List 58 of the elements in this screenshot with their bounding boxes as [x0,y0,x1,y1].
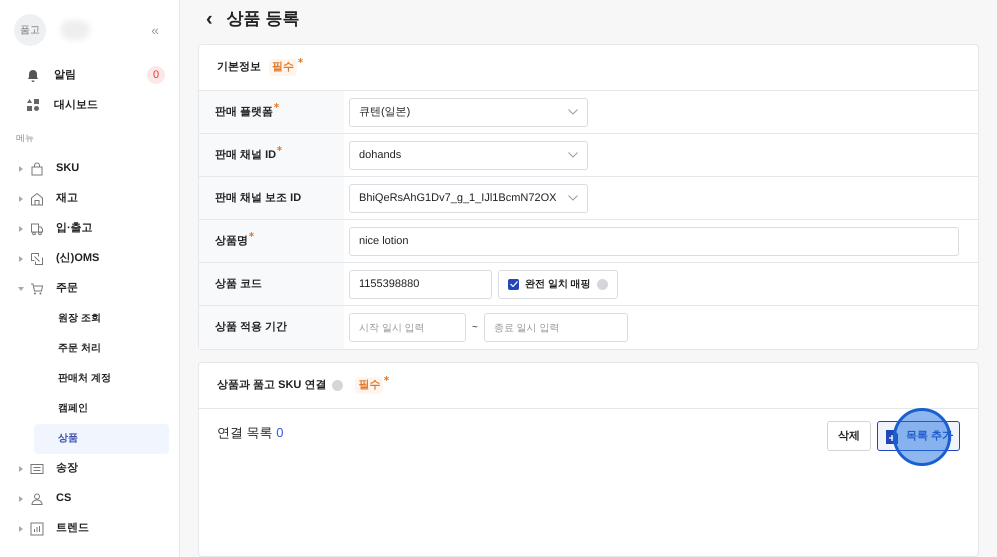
document-plus-icon [886,430,898,444]
shapes-icon [26,98,40,112]
menu-item[interactable]: 송장 [0,454,179,484]
cart-icon [30,282,44,296]
page-title: 상품 등록 [226,8,300,30]
avatar: 품고 [14,14,46,46]
submenu-item[interactable]: 캠페인 [34,394,169,424]
bar-chart-icon [30,522,44,536]
checkbox-option[interactable]: 완전 일치 매핑 [498,270,618,298]
select-field[interactable]: dohands [349,140,588,170]
select-field[interactable]: 큐텐(일본) [349,98,588,126]
select-field[interactable]: BhiQeRsAhG1Dv7_g_1_IJl1BcmN72OX [349,184,588,212]
section-title: 기본정보 [217,60,261,76]
bag-icon [30,162,44,176]
menu-item[interactable]: 주문 [0,274,179,304]
date-field[interactable]: 시작 일시 입력 [349,313,466,342]
chevron-down-icon [568,152,578,158]
asterisk-icon [298,58,303,64]
sidebar-item[interactable]: 알림 0 [0,60,179,90]
menu-item[interactable]: 입·출고 [0,214,179,244]
range-separator: ~ [472,321,478,335]
sidebar-item[interactable]: 대시보드 [0,90,179,120]
list-icon [30,462,44,476]
text-field[interactable]: 1155398880 [349,270,492,298]
field-label: 판매 채널 보조 ID [215,190,302,206]
section-label: 메뉴 [15,132,35,145]
submenu-item[interactable]: 주문 처리 [34,334,169,364]
menu-item[interactable]: 재고 [0,184,179,214]
back-button[interactable]: ‹ [206,9,213,29]
delete-button[interactable]: 삭제 [826,421,871,451]
submenu-item[interactable]: 판매처 계정 [34,364,169,394]
field-label: 상품 코드 [215,276,262,292]
field-label: 판매 플랫폼 [215,104,274,120]
menu-item[interactable]: CS [0,484,179,514]
truck-icon [30,222,44,236]
list-count-label: 연결 목록 0 [217,424,284,442]
house-icon [30,192,44,206]
menu-item[interactable]: (신)OMS [0,244,179,274]
date-field[interactable]: 종료 일시 입력 [484,313,628,342]
checkbox[interactable] [508,278,519,290]
submenu-item[interactable]: 원장 조회 [34,304,169,334]
bell-icon [26,68,40,82]
count-badge: 0 [147,66,165,84]
asterisk-icon [384,376,390,382]
link-icon [30,252,44,266]
text-field[interactable]: nice lotion [349,226,959,256]
field-label: 판매 채널 ID [215,146,276,164]
chevron-down-icon [568,109,578,115]
section-title: 상품과 품고 SKU 연결 [217,378,326,394]
help-icon [332,380,344,391]
field-label: 상품 적용 기간 [215,320,288,336]
help-icon [596,278,608,290]
menu-item[interactable]: SKU [0,154,179,184]
person-icon [30,492,44,506]
submenu-item[interactable]: 상품 [34,424,169,454]
chevron-down-icon [568,195,578,201]
menu-item[interactable]: 트렌드 [0,514,179,544]
field-label: 상품명 [215,232,248,250]
